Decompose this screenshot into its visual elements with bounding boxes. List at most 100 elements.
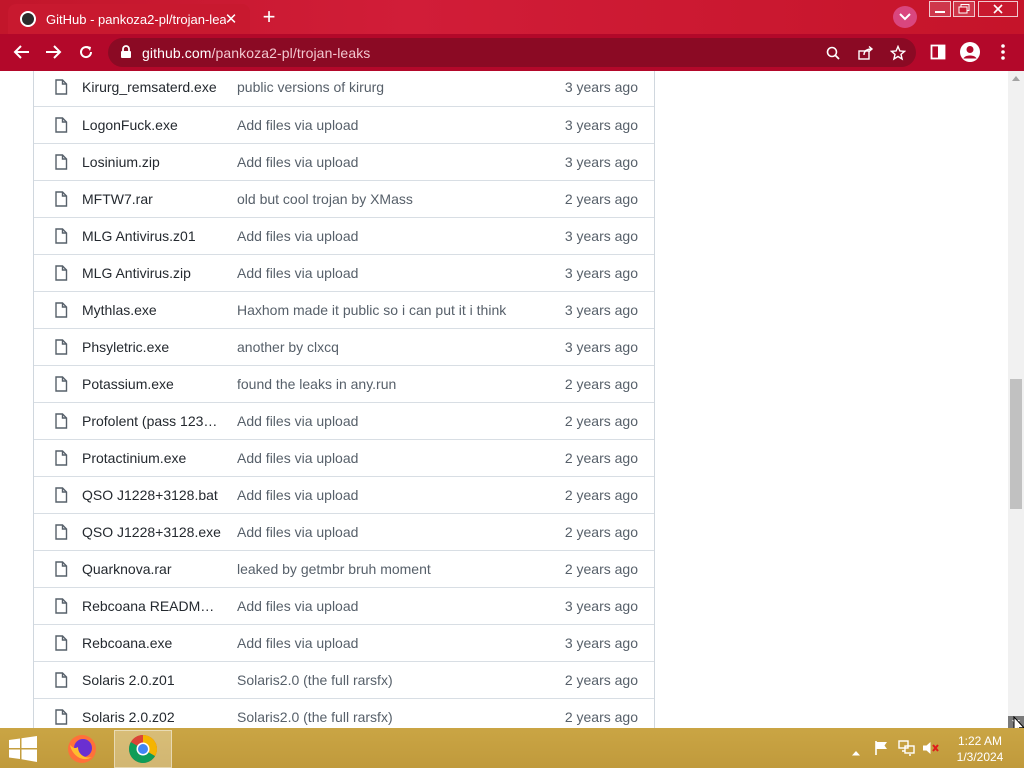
commit-message-link[interactable]: Add files via upload bbox=[237, 413, 537, 429]
address-bar[interactable]: github.com/pankoza2-pl/trojan-leaks bbox=[108, 38, 916, 67]
file-row[interactable]: Potassium.exe found the leaks in any.run 2… bbox=[34, 365, 654, 402]
chevron-down-icon bbox=[899, 13, 911, 21]
url-host: github.com bbox=[142, 45, 212, 61]
file-icon bbox=[54, 598, 68, 619]
file-name-link[interactable]: Kirurg_remsaterd.exe bbox=[82, 79, 222, 95]
commit-message-link[interactable]: Add files via upload bbox=[237, 487, 537, 503]
file-name-link[interactable]: Mythlas.exe bbox=[82, 302, 222, 318]
profile-button[interactable] bbox=[957, 39, 983, 65]
file-name-link[interactable]: Quarknova.rar bbox=[82, 561, 222, 577]
new-tab-button[interactable]: + bbox=[256, 5, 282, 29]
github-favicon-icon bbox=[20, 11, 36, 27]
commit-age: 2 years ago bbox=[564, 191, 638, 207]
commit-message-link[interactable]: Add files via upload bbox=[237, 524, 537, 540]
commit-message-link[interactable]: another by clxcq bbox=[237, 339, 537, 355]
share-icon[interactable] bbox=[857, 44, 875, 62]
file-row[interactable]: Profolent (pass 123).... Add files via up… bbox=[34, 402, 654, 439]
file-name-link[interactable]: Phsyletric.exe bbox=[82, 339, 222, 355]
reload-button[interactable] bbox=[73, 39, 99, 65]
restore-button[interactable] bbox=[953, 1, 975, 17]
minimize-button[interactable] bbox=[929, 1, 951, 17]
file-row[interactable]: Rebcoana README.txt Add files via upload 3… bbox=[34, 587, 654, 624]
file-name-link[interactable]: Rebcoana.exe bbox=[82, 635, 222, 651]
file-row[interactable]: LogonFuck.exe Add files via upload 3 years… bbox=[34, 106, 654, 143]
file-row[interactable]: MLG Antivirus.z01 Add files via upload 3 y… bbox=[34, 217, 654, 254]
browser-tab-github[interactable]: GitHub - pankoza2-pl/trojan-leaks ✕ bbox=[8, 4, 250, 34]
volume-muted-icon[interactable] bbox=[922, 740, 940, 761]
file-icon bbox=[54, 635, 68, 656]
commit-message-link[interactable]: old but cool trojan by XMass bbox=[237, 191, 537, 207]
close-window-button[interactable] bbox=[978, 1, 1018, 17]
file-name-link[interactable]: Solaris 2.0.z02 bbox=[82, 709, 222, 725]
file-name-link[interactable]: LogonFuck.exe bbox=[82, 117, 222, 133]
file-name-link[interactable]: Potassium.exe bbox=[82, 376, 222, 392]
file-row[interactable]: MLG Antivirus.zip Add files via upload 3 y… bbox=[34, 254, 654, 291]
file-row[interactable]: Kirurg_remsaterd.exe public versions of k… bbox=[34, 71, 654, 106]
commit-message-link[interactable]: Add files via upload bbox=[237, 228, 537, 244]
commit-message-link[interactable]: public versions of kirurg bbox=[237, 79, 537, 95]
commit-message-link[interactable]: Add files via upload bbox=[237, 117, 537, 133]
commit-message-link[interactable]: Add files via upload bbox=[237, 598, 537, 614]
commit-message-link[interactable]: Solaris2.0 (the full rarsfx) bbox=[237, 709, 537, 725]
commit-message-link[interactable]: Add files via upload bbox=[237, 450, 537, 466]
forward-button[interactable] bbox=[40, 39, 66, 65]
file-row[interactable]: QSO J1228+3128.exe Add files via upload 2 … bbox=[34, 513, 654, 550]
file-name-link[interactable]: QSO J1228+3128.bat bbox=[82, 487, 222, 503]
tab-search-button[interactable] bbox=[893, 6, 917, 28]
file-icon bbox=[54, 524, 68, 545]
file-name-link[interactable]: MFTW7.rar bbox=[82, 191, 222, 207]
tab-close-icon[interactable]: ✕ bbox=[222, 10, 240, 28]
commit-message-link[interactable]: Add files via upload bbox=[237, 635, 537, 651]
menu-button[interactable] bbox=[990, 39, 1016, 65]
chevron-up-icon[interactable] bbox=[851, 743, 861, 761]
file-row[interactable]: Losinium.zip Add files via upload 3 years … bbox=[34, 143, 654, 180]
start-button[interactable] bbox=[8, 736, 38, 767]
file-row[interactable]: Mythlas.exe Haxhom made it public so i ca… bbox=[34, 291, 654, 328]
chrome-icon bbox=[129, 735, 157, 763]
commit-message-link[interactable]: Add files via upload bbox=[237, 265, 537, 281]
file-name-link[interactable]: MLG Antivirus.zip bbox=[82, 265, 222, 281]
file-icon bbox=[54, 117, 68, 138]
address-url[interactable]: github.com/pankoza2-pl/trojan-leaks bbox=[142, 45, 370, 61]
file-row[interactable]: Quarknova.rar leaked by getmbr bruh momen… bbox=[34, 550, 654, 587]
network-icon[interactable] bbox=[898, 740, 916, 761]
file-icon bbox=[54, 265, 68, 286]
commit-message-link[interactable]: Solaris2.0 (the full rarsfx) bbox=[237, 672, 537, 688]
arrow-right-icon bbox=[46, 45, 62, 59]
scrollbar-thumb[interactable] bbox=[1010, 379, 1022, 509]
file-name-link[interactable]: Profolent (pass 123).... bbox=[82, 413, 222, 429]
back-button[interactable] bbox=[9, 39, 35, 65]
commit-message-link[interactable]: found the leaks in any.run bbox=[237, 376, 537, 392]
flag-icon[interactable] bbox=[874, 740, 890, 761]
bookmark-star-icon[interactable] bbox=[889, 44, 907, 62]
search-icon[interactable] bbox=[824, 44, 842, 62]
file-row[interactable]: MFTW7.rar old but cool trojan by XMass 2 y… bbox=[34, 180, 654, 217]
file-name-link[interactable]: Protactinium.exe bbox=[82, 450, 222, 466]
file-row[interactable]: QSO J1228+3128.bat Add files via upload 2 … bbox=[34, 476, 654, 513]
commit-message-link[interactable]: Haxhom made it public so i can put it i … bbox=[237, 302, 537, 318]
file-name-link[interactable]: Rebcoana README.txt bbox=[82, 598, 222, 614]
file-row[interactable]: Phsyletric.exe another by clxcq 3 years ag… bbox=[34, 328, 654, 365]
file-icon bbox=[54, 79, 68, 100]
file-name-link[interactable]: MLG Antivirus.z01 bbox=[82, 228, 222, 244]
file-list: Kirurg_remsaterd.exe public versions of k… bbox=[33, 71, 655, 728]
commit-message-link[interactable]: leaked by getmbr bruh moment bbox=[237, 561, 537, 577]
file-row[interactable]: Rebcoana.exe Add files via upload 3 years … bbox=[34, 624, 654, 661]
lock-icon bbox=[121, 45, 131, 58]
file-name-link[interactable]: Solaris 2.0.z01 bbox=[82, 672, 222, 688]
commit-message-link[interactable]: Add files via upload bbox=[237, 154, 537, 170]
taskbar-chrome[interactable] bbox=[114, 730, 172, 768]
taskbar-clock[interactable]: 1:22 AM 1/3/2024 bbox=[948, 733, 1012, 765]
page-scrollbar[interactable] bbox=[1008, 71, 1024, 728]
file-row[interactable]: Solaris 2.0.z02 Solaris2.0 (the full rars… bbox=[34, 698, 654, 728]
side-panel-button[interactable] bbox=[925, 39, 951, 65]
file-name-link[interactable]: QSO J1228+3128.exe bbox=[82, 524, 222, 540]
scroll-up-icon[interactable] bbox=[1012, 76, 1020, 81]
file-row[interactable]: Protactinium.exe Add files via upload 2 ye… bbox=[34, 439, 654, 476]
file-name-link[interactable]: Losinium.zip bbox=[82, 154, 222, 170]
firefox-icon bbox=[68, 735, 96, 763]
commit-age: 2 years ago bbox=[564, 376, 638, 392]
clock-time: 1:22 AM bbox=[957, 734, 1003, 748]
taskbar-firefox[interactable] bbox=[53, 730, 111, 768]
file-row[interactable]: Solaris 2.0.z01 Solaris2.0 (the full rars… bbox=[34, 661, 654, 698]
